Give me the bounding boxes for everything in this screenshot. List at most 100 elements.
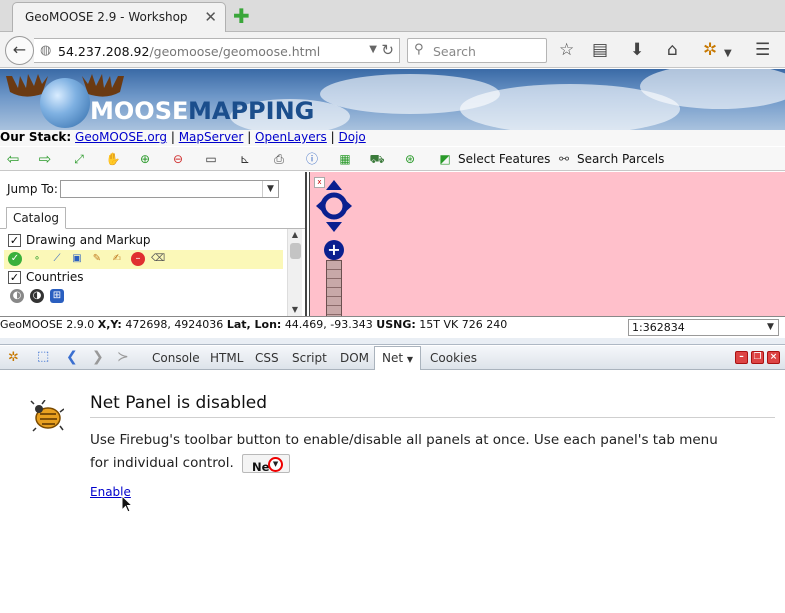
url-path: /geomoose/geomoose.html (149, 44, 321, 59)
description-text: Use Firebug's toolbar button to enable/d… (90, 432, 718, 471)
chevron-down-icon[interactable]: ▼ (268, 456, 284, 472)
layer-drawing-markup[interactable]: ✓ Drawing and Markup (4, 231, 283, 250)
layer-label: Drawing and Markup (26, 233, 151, 247)
tab-net[interactable]: Net ▼ (374, 346, 422, 371)
latlon-value: 44.469, -93.343 (284, 318, 373, 331)
check-circle-icon[interactable]: ✓ (8, 252, 22, 266)
reload-icon[interactable]: ↻ (381, 41, 394, 59)
back-arrow-icon[interactable]: ❮ (66, 349, 78, 365)
back-arrow-icon[interactable]: ⇦ (5, 151, 21, 167)
scroll-thumb[interactable] (290, 243, 301, 259)
identify-icon[interactable]: ⓘ (304, 151, 320, 167)
scale-value: 1:362834 (632, 321, 685, 334)
version-text: GeoMOOSE 2.9.0 (0, 318, 95, 331)
tab-script[interactable]: Script (292, 351, 327, 365)
legend-icon[interactable]: ◐ (10, 289, 24, 303)
close-icon[interactable]: × (767, 351, 780, 364)
logo-mapping-text: MAPPING (188, 97, 315, 125)
forward-arrow-icon[interactable]: ⇨ (37, 151, 53, 167)
forward-arrow-icon[interactable]: ❯ (92, 349, 104, 365)
draw-polygon-icon[interactable]: ▣ (70, 252, 84, 266)
url-dropdown-icon[interactable]: ▼ (369, 44, 377, 55)
draw-point-icon[interactable]: ∘ (30, 252, 44, 266)
home-icon[interactable]: ⌂ (667, 40, 678, 60)
firebug-icon[interactable]: ✲ (703, 40, 717, 60)
locate-icon[interactable]: ⊛ (402, 151, 418, 167)
bookmark-star-icon[interactable]: ☆ (559, 40, 574, 60)
scale-select[interactable]: 1:362834 ▼ (628, 319, 779, 336)
tab-cookies[interactable]: Cookies (430, 351, 477, 365)
zoom-slider[interactable] (326, 260, 342, 316)
scroll-up-icon[interactable]: ▲ (288, 229, 302, 241)
new-tab-icon[interactable]: ✚ (233, 4, 250, 28)
zoom-in-icon[interactable]: ⊕ (137, 151, 153, 167)
hamburger-menu-icon[interactable]: ☰ (755, 40, 770, 60)
select-features-button[interactable]: Select Features (458, 152, 550, 166)
command-line-icon[interactable]: ≻ (117, 349, 129, 365)
pan-control-icon[interactable] (315, 178, 353, 234)
binoculars-icon[interactable]: ⚯ (556, 151, 572, 167)
tab-console[interactable]: Console (152, 351, 200, 365)
devtools-splitter[interactable] (0, 338, 785, 345)
tab-html[interactable]: HTML (210, 351, 243, 365)
map-view[interactable]: x + (309, 172, 785, 316)
map-status-bar: GeoMOOSE 2.9.0 X,Y: 472698, 4924036 Lat,… (0, 316, 785, 338)
vehicle-icon[interactable]: ⛟ (369, 151, 385, 167)
inspect-icon[interactable]: ⬚ (37, 349, 49, 365)
eraser-icon[interactable]: ⌫ (151, 252, 165, 266)
link-openlayers[interactable]: OpenLayers (255, 130, 327, 144)
tab-css[interactable]: CSS (255, 351, 279, 365)
download-icon[interactable]: ⬇ (630, 40, 644, 60)
reading-list-icon[interactable]: ▤ (592, 40, 608, 60)
zoom-extent-icon[interactable]: ⤢ (71, 151, 87, 167)
measure-area-icon[interactable]: ⊾ (237, 151, 253, 167)
catalog-list: ✓ Drawing and Markup ✓ ∘ ⟋ ▣ ✎ ✍ – ⌫ ✓ C… (4, 229, 287, 316)
back-button[interactable]: ← (5, 36, 34, 65)
firebug-net-panel: Net Panel is disabled Use Firebug's tool… (0, 370, 785, 613)
edit-attributes-icon[interactable]: ✍ (110, 252, 124, 266)
zoom-in-button[interactable]: + (324, 240, 344, 260)
transparency-icon[interactable]: ◑ (30, 289, 44, 303)
zoom-out-icon[interactable]: ⊖ (170, 151, 186, 167)
chevron-down-icon[interactable]: ▼ (262, 181, 278, 197)
detach-icon[interactable]: ❐ (751, 351, 764, 364)
link-mapserver[interactable]: MapServer (179, 130, 244, 144)
chevron-down-icon[interactable]: ▼ (763, 320, 778, 335)
pan-hand-icon[interactable]: ✋ (105, 151, 121, 167)
jump-to-select[interactable]: ▼ (60, 180, 279, 198)
search-icon: ⚲ (414, 42, 424, 57)
tab-dom[interactable]: DOM (340, 351, 369, 365)
search-parcels-button[interactable]: Search Parcels (577, 152, 664, 166)
chevron-down-icon[interactable]: ▼ (407, 355, 413, 364)
stack-label: Our Stack: (0, 130, 72, 144)
countries-tools-row: ◐ ◑ ⊞ (4, 287, 283, 306)
layer-icon[interactable]: ▦ (337, 151, 353, 167)
net-panel-menu-button[interactable]: Net ▼ (242, 453, 291, 474)
browser-tab[interactable]: GeoMOOSE 2.9 - Workshop ✕ (12, 2, 226, 33)
layer-countries[interactable]: ✓ Countries (4, 268, 283, 287)
tab-catalog[interactable]: Catalog (6, 207, 66, 229)
url-bar[interactable]: ◍ 54.237.208.92/geomoose/geomoose.html ▼… (34, 38, 400, 63)
firebug-menu-icon[interactable]: ▼ (724, 44, 732, 64)
layer-checkbox[interactable]: ✓ (8, 234, 21, 247)
globe-icon: ◍ (40, 43, 52, 58)
panel-description: Use Firebug's toolbar button to enable/d… (90, 429, 740, 475)
layer-checkbox[interactable]: ✓ (8, 271, 21, 284)
edit-shape-icon[interactable]: ✎ (90, 252, 104, 266)
minimize-icon[interactable]: – (735, 351, 748, 364)
remove-icon[interactable]: – (131, 252, 145, 266)
scroll-down-icon[interactable]: ▼ (288, 304, 302, 316)
catalog-scrollbar[interactable]: ▲ ▼ (287, 229, 302, 316)
tab-close-icon[interactable]: ✕ (204, 8, 217, 26)
print-icon[interactable]: ⎙ (271, 151, 287, 167)
firebug-icon[interactable]: ✲ (8, 350, 19, 365)
link-dojo[interactable]: Dojo (338, 130, 365, 144)
url-host: 54.237.208.92 (58, 44, 150, 59)
search-bar[interactable]: ⚲ Search (407, 38, 547, 63)
select-features-icon[interactable]: ◩ (437, 151, 453, 167)
link-geomoose[interactable]: GeoMOOSE.org (75, 130, 167, 144)
measure-icon[interactable]: ▭ (203, 151, 219, 167)
drawing-tools-row: ✓ ∘ ⟋ ▣ ✎ ✍ – ⌫ (4, 250, 283, 269)
layer-controls-icon[interactable]: ⊞ (50, 289, 64, 303)
draw-line-icon[interactable]: ⟋ (50, 252, 64, 266)
